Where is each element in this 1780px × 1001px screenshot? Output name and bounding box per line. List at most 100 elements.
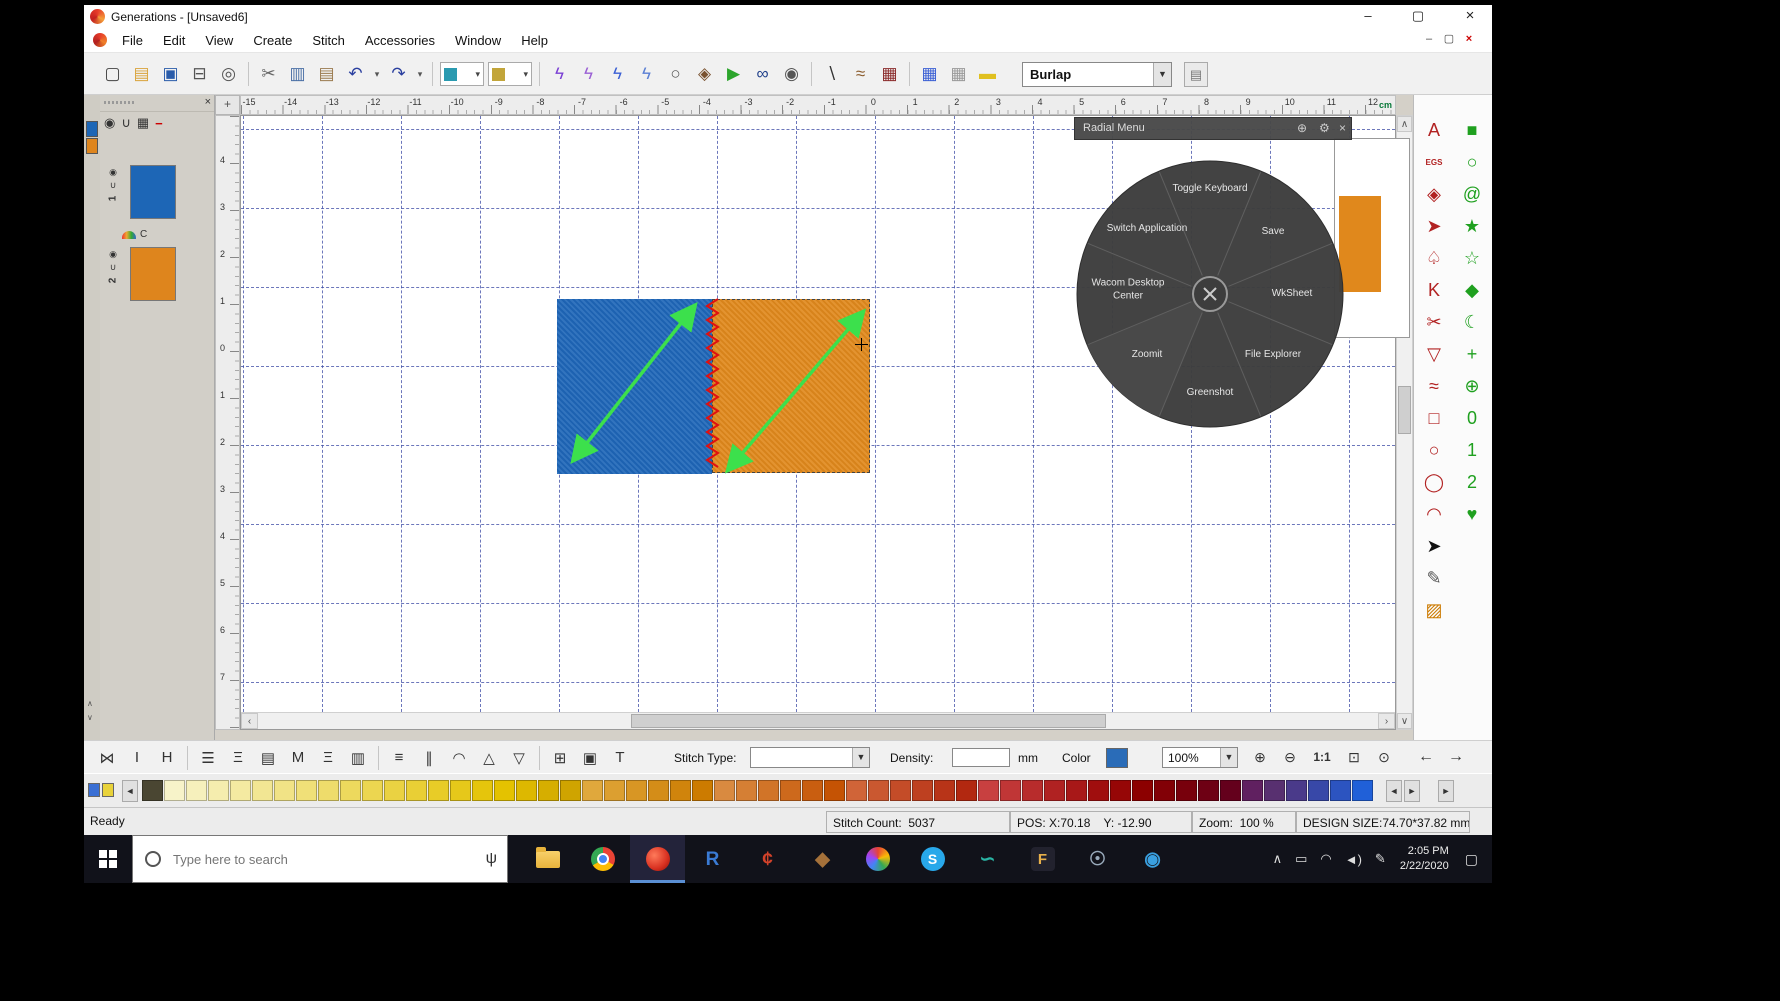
palette-swatch[interactable]	[890, 780, 911, 801]
lettering-icon[interactable]: A	[1419, 119, 1449, 142]
fill-6-icon[interactable]: ▥	[344, 746, 372, 770]
r-app-icon[interactable]: R	[685, 835, 740, 883]
stitch-bolt-3-icon[interactable]: ϟ	[604, 61, 631, 87]
palette-swatch[interactable]	[648, 780, 669, 801]
tray-volume-icon[interactable]: ◄)	[1345, 852, 1362, 867]
thread-icon[interactable]: ≈	[847, 61, 874, 87]
paste-icon[interactable]: ▤	[313, 61, 340, 87]
eye-preview-icon[interactable]: ◉	[778, 61, 805, 87]
palette-swatch[interactable]	[1154, 780, 1175, 801]
select-arrow-icon[interactable]: ➤	[1419, 535, 1449, 558]
layer-lock-icon[interactable]: ∪	[110, 262, 117, 273]
move-icon[interactable]: ⊕	[1457, 375, 1487, 398]
palette-swatch[interactable]	[1088, 780, 1109, 801]
palette-swatch[interactable]	[516, 780, 537, 801]
lasso-icon[interactable]: ○	[662, 61, 689, 87]
palette-swatch[interactable]	[956, 780, 977, 801]
strip-down-icon[interactable]: ∨	[87, 713, 93, 722]
curve-icon[interactable]: ◠	[445, 746, 473, 770]
triangle-tool-icon[interactable]: ▽	[1419, 343, 1449, 366]
spiral-icon[interactable]: @	[1457, 183, 1487, 206]
radial-item-zoomit[interactable]: Zoomit	[1103, 349, 1191, 362]
action-center-icon[interactable]: ▢	[1465, 851, 1478, 868]
palette-swatch[interactable]	[714, 780, 735, 801]
egs-fonts-icon[interactable]: EGS	[1419, 151, 1449, 174]
needle-icon[interactable]: ∖	[818, 61, 845, 87]
palette-swatch[interactable]	[846, 780, 867, 801]
feather-app-icon[interactable]: ∽	[960, 835, 1015, 883]
fill-tool-icon[interactable]: ▨	[1419, 599, 1449, 622]
plus-icon[interactable]: +	[1457, 343, 1487, 366]
media-app-icon[interactable]: ¢	[740, 835, 795, 883]
menu-window[interactable]: Window	[445, 28, 511, 53]
actual-size-button[interactable]: 1:1	[1308, 747, 1336, 769]
chevron-down-icon[interactable]: ▼	[1220, 748, 1237, 767]
heart-icon[interactable]: ♥	[1457, 503, 1487, 526]
stitch-h-icon[interactable]: Η	[153, 746, 181, 770]
palette-swatch[interactable]	[1242, 780, 1263, 801]
fill-5-icon[interactable]: Ξ	[314, 746, 342, 770]
grid-icon[interactable]: ▦	[137, 115, 149, 131]
palette-swatch[interactable]	[186, 780, 207, 801]
shape-tool-icon[interactable]: ♤	[1419, 247, 1449, 270]
tray-chevron-icon[interactable]: ∧	[1273, 851, 1283, 867]
radial-item-save[interactable]: Save	[1229, 226, 1317, 239]
blue-design-rect[interactable]	[557, 299, 712, 474]
palette-swatch[interactable]	[1000, 780, 1021, 801]
taskbar-search[interactable]: ψ	[132, 835, 508, 883]
moon-icon[interactable]: ☾	[1457, 311, 1487, 334]
ellipse-tool-icon[interactable]: ◯	[1419, 471, 1449, 494]
tray-pen-icon[interactable]: ✎	[1375, 851, 1386, 867]
skype-icon[interactable]: S	[905, 835, 960, 883]
palette-swatch[interactable]	[384, 780, 405, 801]
menu-help[interactable]: Help	[511, 28, 558, 53]
palette-next-icon[interactable]: ►	[1404, 780, 1420, 802]
radial-item-wksheet[interactable]: WkSheet	[1248, 288, 1336, 301]
layer-row-2[interactable]: ◉ ∪ 2	[102, 247, 212, 307]
palette-swatch[interactable]	[802, 780, 823, 801]
zoom-select[interactable]: 100% ▼	[1162, 747, 1238, 768]
palette-swatch[interactable]	[1022, 780, 1043, 801]
palette-prev-icon[interactable]: ◄	[1386, 780, 1402, 802]
file-explorer-icon[interactable]	[520, 835, 575, 883]
palette-swatch[interactable]	[340, 780, 361, 801]
palette-swatch[interactable]	[208, 780, 229, 801]
orange-design-rect[interactable]	[712, 299, 870, 473]
palette-swatch[interactable]	[560, 780, 581, 801]
wave-tool-icon[interactable]: ≈	[1419, 375, 1449, 398]
palette-swatch[interactable]	[604, 780, 625, 801]
tri-up-icon[interactable]: △	[475, 746, 503, 770]
palette-swatch[interactable]	[472, 780, 493, 801]
scissors-tool-icon[interactable]: ✂	[1419, 311, 1449, 334]
palette-swatch[interactable]	[1176, 780, 1197, 801]
palette-tool-icon[interactable]	[88, 783, 100, 797]
palette-swatch[interactable]	[1308, 780, 1329, 801]
radial-item-switch-application[interactable]: Switch Application	[1103, 223, 1191, 236]
diamond-icon[interactable]: ◆	[1457, 279, 1487, 302]
horizontal-scrollbar[interactable]: ‹ ›	[241, 712, 1395, 729]
menu-stitch[interactable]: Stitch	[302, 28, 355, 53]
motif-icon[interactable]: ◈	[1419, 183, 1449, 206]
tri-down-icon[interactable]: ▽	[505, 746, 533, 770]
menu-accessories[interactable]: Accessories	[355, 28, 445, 53]
taskbar-clock[interactable]: 2:05 PM 2/22/2020	[1400, 844, 1449, 874]
undo-dropdown-icon[interactable]: ▾	[371, 61, 383, 87]
palette-swatch[interactable]	[230, 780, 251, 801]
new-icon[interactable]: ▢	[99, 61, 126, 87]
zoom-in-icon[interactable]: ⊕	[1248, 747, 1272, 769]
fill-3-icon[interactable]: ▤	[254, 746, 282, 770]
layer-eye-icon[interactable]: ◉	[109, 249, 117, 260]
star-filled-icon[interactable]: ★	[1457, 215, 1487, 238]
line-2-icon[interactable]: ∥	[415, 746, 443, 770]
block-2-icon[interactable]: ▣	[576, 746, 604, 770]
palette-swatch[interactable]	[1066, 780, 1087, 801]
stitch-bolt-2-icon[interactable]: ϟ	[575, 61, 602, 87]
menu-edit[interactable]: Edit	[153, 28, 195, 53]
palette-swatch[interactable]	[428, 780, 449, 801]
thread-combo-2[interactable]: ▾	[488, 62, 532, 86]
palette-swatch[interactable]	[1044, 780, 1065, 801]
fill-4-icon[interactable]: Μ	[284, 746, 312, 770]
wrench-icon[interactable]: ⚙	[1319, 121, 1330, 135]
palette-tool-icon[interactable]	[102, 783, 114, 797]
pin-icon[interactable]: ⊕	[1297, 121, 1307, 135]
